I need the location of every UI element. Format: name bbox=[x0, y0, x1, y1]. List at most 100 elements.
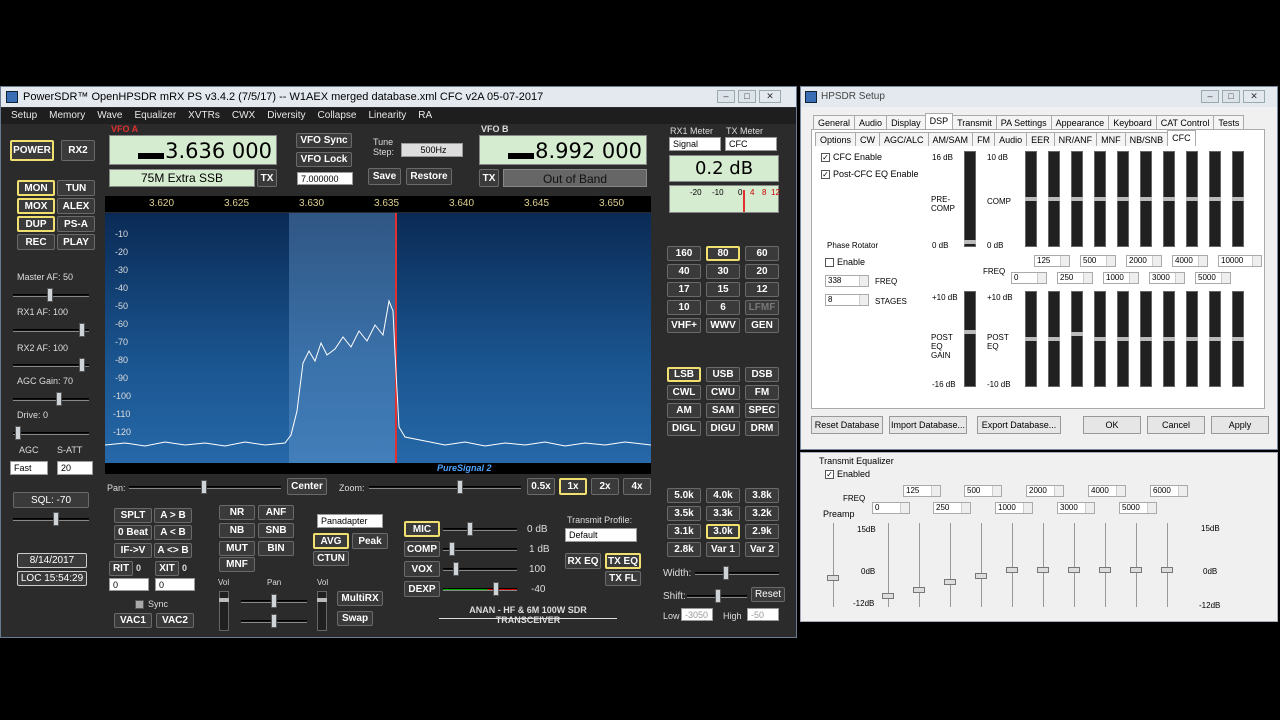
band-17-button[interactable]: 17 bbox=[667, 282, 701, 297]
post-eq-band-slider[interactable] bbox=[1232, 291, 1244, 387]
apply-button[interactable]: Apply bbox=[1211, 416, 1269, 434]
power-button[interactable]: POWER bbox=[10, 140, 54, 161]
tx-profile-select[interactable]: Default bbox=[565, 528, 637, 542]
tab-tests[interactable]: Tests bbox=[1213, 115, 1245, 129]
menu-wave[interactable]: Wave bbox=[97, 108, 122, 124]
dexp-button[interactable]: DEXP bbox=[404, 581, 440, 597]
avg-button[interactable]: AVG bbox=[313, 533, 349, 549]
a-to-b-button[interactable]: A > B bbox=[154, 508, 192, 523]
menu-memory[interactable]: Memory bbox=[49, 108, 85, 124]
txeq-band-slider[interactable] bbox=[882, 593, 894, 599]
filter-var2-button[interactable]: Var 2 bbox=[745, 542, 779, 557]
tx-eq-button[interactable]: TX EQ bbox=[605, 553, 641, 569]
swap-ab-button[interactable]: A <> B bbox=[154, 543, 192, 558]
bin-button[interactable]: BIN bbox=[258, 541, 294, 556]
band-12-button[interactable]: 12 bbox=[745, 282, 779, 297]
rec-button[interactable]: REC bbox=[17, 234, 55, 250]
play-button[interactable]: PLAY bbox=[57, 234, 95, 250]
xit-input[interactable]: 0 bbox=[155, 578, 195, 591]
mode-am-button[interactable]: AM bbox=[667, 403, 701, 418]
subtab-nb-snb[interactable]: NB/SNB bbox=[1124, 132, 1169, 146]
menu-linearity[interactable]: Linearity bbox=[368, 108, 406, 124]
split-button[interactable]: SPLT bbox=[114, 508, 152, 523]
txeq-band-slider[interactable] bbox=[1037, 567, 1049, 573]
mox-button[interactable]: MOX bbox=[17, 198, 55, 214]
band-160-button[interactable]: 160 bbox=[667, 246, 701, 261]
rx2-vol-slider[interactable] bbox=[317, 591, 327, 631]
filter-2-8k-button[interactable]: 2.8k bbox=[667, 542, 701, 557]
xit-button[interactable]: XIT bbox=[155, 561, 179, 576]
txeq-band-slider[interactable] bbox=[913, 587, 925, 593]
rx2-pan-slider[interactable] bbox=[241, 614, 307, 628]
tab-display[interactable]: Display bbox=[886, 115, 926, 129]
panadapter-display[interactable]: -10 -20 -30 -40 -50 -60 -70 -80 -90 -100… bbox=[105, 213, 651, 463]
sql-slider[interactable] bbox=[13, 512, 89, 526]
close-icon[interactable]: ✕ bbox=[759, 90, 781, 103]
mode-fm-button[interactable]: FM bbox=[745, 385, 779, 400]
band-80-button[interactable]: 80 bbox=[706, 246, 740, 261]
subtab-cw[interactable]: CW bbox=[855, 132, 881, 146]
sync-checkbox-box[interactable] bbox=[135, 599, 144, 609]
zoom-slider[interactable] bbox=[369, 480, 521, 494]
filter-5-0k-button[interactable]: 5.0k bbox=[667, 488, 701, 503]
filter-3-5k-button[interactable]: 3.5k bbox=[667, 506, 701, 521]
menu-collapse[interactable]: Collapse bbox=[318, 108, 357, 124]
txeq-freq-input[interactable]: 3000 bbox=[1057, 502, 1095, 514]
rx-eq-button[interactable]: RX EQ bbox=[565, 553, 601, 569]
post-eq-band-slider[interactable] bbox=[1209, 291, 1221, 387]
filter-3-1k-button[interactable]: 3.1k bbox=[667, 524, 701, 539]
subtab-mnf[interactable]: MNF bbox=[1096, 132, 1126, 146]
shift-reset-button[interactable]: Reset bbox=[751, 587, 785, 602]
mic-button[interactable]: MIC bbox=[404, 521, 440, 537]
comp-band-slider[interactable] bbox=[1186, 151, 1198, 247]
mode-spec-button[interactable]: SPEC bbox=[745, 403, 779, 418]
mode-cwu-button[interactable]: CWU bbox=[706, 385, 740, 400]
post-eq-band-slider[interactable] bbox=[1048, 291, 1060, 387]
tab-cat-control[interactable]: CAT Control bbox=[1155, 115, 1215, 129]
phase-freq-input[interactable]: 338 bbox=[825, 275, 869, 287]
band-30-button[interactable]: 30 bbox=[706, 264, 740, 279]
freq-input[interactable]: 2000 bbox=[1126, 255, 1162, 267]
phase-enable-checkbox[interactable]: Enable bbox=[825, 257, 865, 267]
comp-band-slider[interactable] bbox=[1071, 151, 1083, 247]
cancel-button[interactable]: Cancel bbox=[1147, 416, 1205, 434]
mode-cwl-button[interactable]: CWL bbox=[667, 385, 701, 400]
filter-3-3k-button[interactable]: 3.3k bbox=[706, 506, 740, 521]
comp-band-slider[interactable] bbox=[1163, 151, 1175, 247]
txeq-freq-input[interactable]: 0 bbox=[872, 502, 910, 514]
save-button[interactable]: Save bbox=[368, 168, 401, 185]
ctun-button[interactable]: CTUN bbox=[313, 551, 349, 566]
agc-gain-slider[interactable] bbox=[13, 392, 89, 406]
mode-sam-button[interactable]: SAM bbox=[706, 403, 740, 418]
precomp-slider[interactable] bbox=[964, 151, 976, 247]
zoom-1x-button[interactable]: 1x bbox=[559, 478, 587, 495]
cfc-enable-box[interactable]: ✓ bbox=[821, 152, 830, 162]
comp-band-slider[interactable] bbox=[1025, 151, 1037, 247]
phase-stages-input[interactable]: 8 bbox=[825, 294, 869, 306]
vfob-display[interactable]: 8.992 000 bbox=[479, 135, 647, 165]
post-eq-band-slider[interactable] bbox=[1117, 291, 1129, 387]
vfoa-tx-button[interactable]: TX bbox=[257, 169, 277, 187]
tune-step-value[interactable]: 500Hz bbox=[401, 143, 463, 157]
subtab-options[interactable]: Options bbox=[815, 132, 857, 146]
post-cfc-eq-box[interactable]: ✓ bbox=[821, 169, 830, 179]
band-6-button[interactable]: 6 bbox=[706, 300, 740, 315]
maximize-icon[interactable]: □ bbox=[738, 90, 756, 103]
txeq-freq-input[interactable]: 4000 bbox=[1088, 485, 1126, 497]
band-15-button[interactable]: 15 bbox=[706, 282, 740, 297]
shift-slider[interactable] bbox=[687, 589, 747, 603]
cfc-enable-checkbox[interactable]: ✓ CFC Enable bbox=[821, 152, 882, 162]
agc-mode-select[interactable]: Fast bbox=[10, 461, 48, 475]
pan-slider[interactable] bbox=[129, 480, 281, 494]
phase-enable-box[interactable] bbox=[825, 257, 834, 267]
txeq-band-slider[interactable] bbox=[975, 573, 987, 579]
menu-diversity[interactable]: Diversity bbox=[267, 108, 305, 124]
txeq-freq-input[interactable]: 250 bbox=[933, 502, 971, 514]
zero-beat-button[interactable]: 0 Beat bbox=[114, 525, 152, 540]
post-eq-gain-slider[interactable] bbox=[964, 291, 976, 387]
freq-input[interactable]: 500 bbox=[1080, 255, 1116, 267]
subtab-agc-alc[interactable]: AGC/ALC bbox=[879, 132, 929, 146]
mode-drm-button[interactable]: DRM bbox=[745, 421, 779, 436]
comp-slider[interactable] bbox=[443, 542, 517, 556]
width-slider[interactable] bbox=[695, 566, 779, 580]
